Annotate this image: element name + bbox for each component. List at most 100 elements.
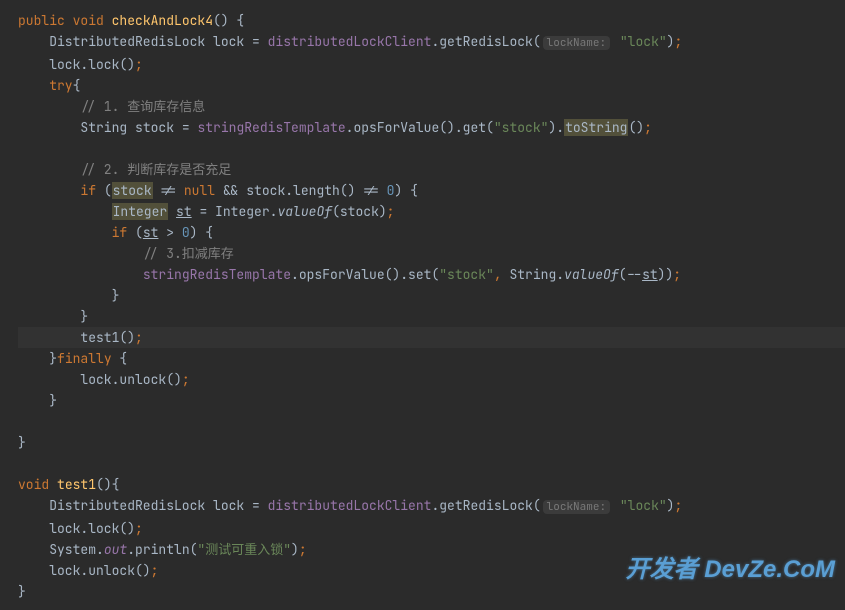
code-text: [168, 203, 176, 220]
semicolon: ;: [135, 520, 143, 537]
code-text: [18, 203, 112, 220]
code-editor[interactable]: public void checkAndLock4() { Distribute…: [18, 10, 845, 602]
code-text: }: [18, 434, 26, 451]
code-line: public void checkAndLock4() {: [18, 10, 845, 31]
field-reference: stringRedisTemplate: [197, 119, 345, 136]
warning-highlight: Integer: [112, 203, 169, 220]
field-reference: distributedLockClient: [268, 497, 432, 514]
code-line: lock.lock();: [18, 54, 845, 75]
code-text: }: [18, 350, 57, 367]
code-text: DistributedRedisLock: [18, 497, 213, 514]
code-line-highlighted: test1();: [18, 327, 845, 348]
code-text: String: [18, 119, 135, 136]
code-line: // 3.扣减库存: [18, 243, 845, 264]
code-line: stringRedisTemplate.opsForValue().set("s…: [18, 264, 845, 285]
comment: // 2. 判断库存是否充足: [18, 161, 231, 178]
code-text: (: [96, 182, 112, 199]
semicolon: ;: [182, 371, 190, 388]
code-text: (stock): [332, 203, 387, 220]
code-line: lock.unlock();: [18, 369, 845, 390]
static-method: valueOf: [277, 203, 332, 220]
string-literal: "lock": [612, 497, 667, 514]
code-text: (): [628, 119, 644, 136]
code-text: test1(): [18, 329, 135, 346]
keyword-null: null: [184, 182, 215, 199]
code-text: ) {: [190, 224, 213, 241]
comment: // 3.扣减库存: [18, 245, 234, 262]
code-line: void test1(){: [18, 474, 845, 495]
parameter-hint: lockName:: [543, 36, 610, 50]
code-text: }: [18, 392, 57, 409]
code-line: String stock = stringRedisTemplate.opsFo…: [18, 117, 845, 138]
code-text: = Integer.: [192, 203, 278, 220]
method-name: test1: [57, 476, 96, 493]
semicolon: ;: [151, 562, 159, 579]
string-literal: "lock": [612, 33, 667, 50]
parameter-hint: lockName:: [543, 500, 610, 514]
code-text: String.: [502, 266, 564, 283]
semicolon: ;: [387, 203, 395, 220]
semicolon: ;: [135, 56, 143, 73]
code-line: }: [18, 432, 845, 453]
number-literal: 0: [182, 224, 190, 241]
keyword-public: public: [18, 12, 65, 29]
semicolon: ;: [644, 119, 652, 136]
code-line: [18, 453, 845, 474]
keyword-if: if: [18, 224, 127, 241]
keyword-finally: finally: [57, 350, 112, 367]
semicolon: ;: [674, 33, 682, 50]
code-line: [18, 411, 845, 432]
code-line: System.out.println("测试可重入锁");: [18, 539, 845, 560]
code-line: }: [18, 306, 845, 327]
code-text: System.: [18, 541, 104, 558]
code-text: (--: [619, 266, 642, 283]
code-line: if (st > 0) {: [18, 222, 845, 243]
code-text: (){: [96, 476, 119, 493]
string-literal: "测试可重入锁": [197, 541, 291, 558]
code-line: DistributedRedisLock lock = distributedL…: [18, 495, 845, 518]
code-text: }: [18, 308, 88, 325]
variable: stock: [135, 119, 174, 136]
code-line: }finally {: [18, 348, 845, 369]
code-text: lock.unlock(): [18, 562, 151, 579]
comma: ,: [494, 266, 502, 283]
code-text: =: [244, 497, 267, 514]
field-reference: stringRedisTemplate: [143, 266, 291, 283]
keyword-void: void: [18, 476, 49, 493]
code-line: if (stock != null && stock.length() != 0…: [18, 180, 845, 201]
code-text: )): [658, 266, 674, 283]
keyword-if: if: [18, 182, 96, 199]
code-text: getRedisLock(: [439, 33, 540, 50]
code-line: // 1. 查询库存信息: [18, 96, 845, 117]
code-line: }: [18, 581, 845, 602]
variable: lock: [213, 497, 244, 514]
static-method: valueOf: [564, 266, 619, 283]
warning-highlight: stock: [112, 182, 153, 199]
semicolon: ;: [299, 541, 307, 558]
string-literal: "stock": [439, 266, 494, 283]
warning-highlight: toString: [564, 119, 628, 136]
code-text: !=: [153, 182, 184, 199]
code-text: ): [291, 541, 299, 558]
code-text: DistributedRedisLock: [18, 33, 213, 50]
code-text: () {: [213, 12, 244, 29]
comment: // 1. 查询库存信息: [18, 98, 205, 115]
code-line: lock.lock();: [18, 518, 845, 539]
code-text: =: [244, 33, 267, 50]
string-literal: "stock": [494, 119, 549, 136]
method-name: checkAndLock4: [104, 12, 213, 29]
code-text: lock.unlock(): [18, 371, 182, 388]
code-line: }: [18, 390, 845, 411]
static-field: out: [104, 541, 127, 558]
code-line: Integer st = Integer.valueOf(stock);: [18, 201, 845, 222]
code-text: .opsForValue().get(: [346, 119, 494, 136]
code-text: lock.lock(): [18, 56, 135, 73]
code-text: }: [18, 583, 26, 600]
variable: st: [143, 224, 159, 241]
field-reference: distributedLockClient: [268, 33, 432, 50]
keyword-try: try: [18, 77, 73, 94]
code-text: ).: [548, 119, 564, 136]
variable: lock: [213, 33, 244, 50]
code-text: lock.lock(): [18, 520, 135, 537]
code-text: && stock.length() !=: [215, 182, 387, 199]
